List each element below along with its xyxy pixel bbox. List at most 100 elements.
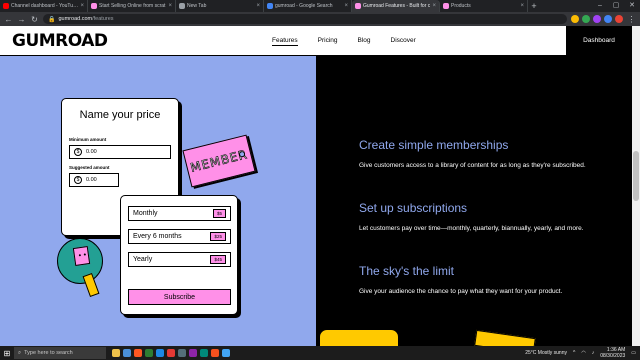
back-icon[interactable]: ← xyxy=(4,15,13,24)
nav-features[interactable]: Features xyxy=(272,37,298,46)
tab-close-icon[interactable]: × xyxy=(256,3,260,9)
browser-tab[interactable]: Products × xyxy=(440,0,528,12)
weather-text[interactable]: 25°C Mostly sunny xyxy=(525,350,567,356)
taskbar-app-icon[interactable] xyxy=(112,349,120,357)
subscription-card: Monthly $5 Every 6 months $25 Yearly $45… xyxy=(120,195,238,315)
feature-title: Set up subscriptions xyxy=(359,201,468,215)
notifications-icon[interactable]: ▭ xyxy=(631,350,636,356)
taskbar-app-icon[interactable] xyxy=(156,349,164,357)
taskbar-app-icon[interactable] xyxy=(200,349,208,357)
page-scrollbar[interactable] xyxy=(632,26,640,346)
gumroad-logo[interactable]: GUMROAD xyxy=(12,31,108,51)
taskbar-app-icon[interactable] xyxy=(134,349,142,357)
browser-tab[interactable]: Channel dashboard - YouTube S × xyxy=(0,0,88,12)
taskbar-apps xyxy=(106,349,230,357)
reload-icon[interactable]: ↻ xyxy=(30,15,39,24)
option-price: $5 xyxy=(212,209,226,218)
tab-title: Gumroad Features - Built for c xyxy=(363,3,431,9)
taskbar-app-icon[interactable] xyxy=(123,349,131,357)
scrollbar-thumb[interactable] xyxy=(633,151,639,201)
nav-blog[interactable]: Blog xyxy=(358,37,371,46)
tab-close-icon[interactable]: × xyxy=(344,3,348,9)
tab-close-icon[interactable]: × xyxy=(80,3,84,9)
decorative-shape xyxy=(319,329,399,346)
taskbar-app-icon[interactable] xyxy=(222,349,230,357)
taskbar-search-placeholder: Type here to search xyxy=(24,350,73,356)
tab-favicon-icon xyxy=(3,3,9,9)
option-every-6-months[interactable]: Every 6 months $25 xyxy=(128,229,231,244)
feature-sky-limit: The sky's the limit Give your audience t… xyxy=(359,264,609,297)
nav-discover[interactable]: Discover xyxy=(391,37,416,46)
feature-text: Let customers pay over time—monthly, qua… xyxy=(359,225,584,232)
taskbar-search[interactable]: ⌕ Type here to search xyxy=(14,347,106,359)
url-path: /features xyxy=(92,16,114,22)
volume-icon[interactable]: ♪ xyxy=(592,350,595,356)
dollar-icon: $ xyxy=(74,176,82,184)
tab-title: New Tab xyxy=(187,3,207,9)
option-yearly[interactable]: Yearly $45 xyxy=(128,252,231,267)
clock-date: 08/30/2023 xyxy=(600,353,626,359)
browser-tab[interactable]: Start Selling Online from scrat × xyxy=(88,0,176,12)
mascot-badge xyxy=(57,238,103,284)
option-monthly[interactable]: Monthly $5 xyxy=(128,206,231,221)
feature-text: Give customers access to a library of co… xyxy=(359,162,586,169)
subscribe-button[interactable]: Subscribe xyxy=(128,289,231,305)
suggested-amount-value: 0.00 xyxy=(86,177,97,183)
clock[interactable]: 1:36 AM 08/30/2023 xyxy=(600,347,625,359)
tab-title: Start Selling Online from scrat xyxy=(99,3,166,9)
taskbar-app-icon[interactable] xyxy=(145,349,153,357)
feature-memberships: Create simple memberships Give customers… xyxy=(359,138,609,171)
tab-favicon-icon xyxy=(179,3,185,9)
close-window-icon[interactable]: ✕ xyxy=(624,0,640,12)
new-tab-icon[interactable]: + xyxy=(528,0,540,12)
extension-icon[interactable] xyxy=(571,15,579,23)
chevron-up-icon[interactable]: ^ xyxy=(573,350,575,356)
nyp-title: Name your price xyxy=(79,109,161,121)
taskbar: ⊞ ⌕ Type here to search 25°C Mostly sunn… xyxy=(0,346,640,360)
taskbar-app-icon[interactable] xyxy=(189,349,197,357)
windows-start-icon[interactable]: ⊞ xyxy=(0,346,14,360)
wifi-icon[interactable]: ◠ xyxy=(581,350,585,356)
minimum-amount-field[interactable]: $ 0.00 xyxy=(69,145,171,159)
tab-title: Products xyxy=(451,3,471,9)
taskbar-app-icon[interactable] xyxy=(167,349,175,357)
extension-icon[interactable] xyxy=(615,15,623,23)
minimum-amount-value: 0.00 xyxy=(86,149,97,155)
tab-close-icon[interactable]: × xyxy=(168,3,172,9)
suggested-amount-field[interactable]: $ 0.00 xyxy=(69,173,119,187)
tab-favicon-icon xyxy=(355,3,361,9)
maximize-icon[interactable]: ▢ xyxy=(608,0,624,12)
nav-pricing[interactable]: Pricing xyxy=(318,37,338,46)
tab-favicon-icon xyxy=(443,3,449,9)
web-page: GUMROAD Features Pricing Blog Discover D… xyxy=(0,26,632,346)
dollar-icon: $ xyxy=(74,148,82,156)
forward-icon[interactable]: → xyxy=(17,15,26,24)
site-nav: Features Pricing Blog Discover xyxy=(272,37,416,46)
browser-tab[interactable]: Gumroad Features - Built for c × xyxy=(352,0,440,12)
address-bar[interactable]: 🔒 gumroad.com/features xyxy=(43,14,567,24)
option-label: Yearly xyxy=(133,256,153,263)
menu-dots-icon[interactable]: ⋮ xyxy=(627,15,636,24)
suggested-amount-label: Suggested amount xyxy=(69,165,110,170)
dashboard-button[interactable]: Dashboard xyxy=(566,26,632,55)
lock-icon: 🔒 xyxy=(48,16,56,23)
browser-tab[interactable]: gumroad - Google Search × xyxy=(264,0,352,12)
option-label: Every 6 months xyxy=(133,233,182,240)
extension-icon[interactable] xyxy=(582,15,590,23)
minimize-icon[interactable]: – xyxy=(592,0,608,12)
features-panel: Create simple memberships Give customers… xyxy=(317,56,632,346)
tab-favicon-icon xyxy=(267,3,273,9)
tab-close-icon[interactable]: × xyxy=(432,3,436,9)
tab-title: gumroad - Google Search xyxy=(275,3,333,9)
browser-tab[interactable]: New Tab × xyxy=(176,0,264,12)
url-domain: gumroad.com xyxy=(58,16,93,22)
taskbar-app-icon[interactable] xyxy=(211,349,219,357)
browser-toolbar: ← → ↻ 🔒 gumroad.com/features ⋮ xyxy=(0,12,640,26)
tab-close-icon[interactable]: × xyxy=(520,3,524,9)
taskbar-app-icon[interactable] xyxy=(178,349,186,357)
extension-icon[interactable] xyxy=(593,15,601,23)
decorative-shape xyxy=(474,329,536,346)
extension-icon[interactable] xyxy=(604,15,612,23)
option-price: $45 xyxy=(210,255,226,264)
option-price: $25 xyxy=(210,232,226,241)
